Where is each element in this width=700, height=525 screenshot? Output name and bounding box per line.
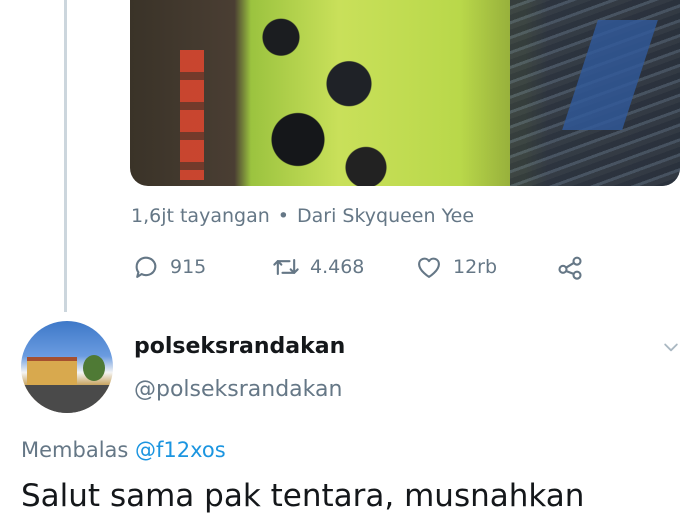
media-barrier — [180, 50, 204, 180]
like-icon — [418, 257, 440, 278]
replying-to-line: Membalas @f12xos — [21, 438, 226, 462]
like-count: 12rb — [453, 256, 498, 278]
share-icon — [558, 256, 582, 280]
like-button[interactable]: 12rb — [415, 253, 497, 281]
avatar[interactable] — [21, 321, 113, 413]
view-count: 1,6jt tayangan — [131, 205, 270, 227]
share-button[interactable] — [556, 253, 584, 281]
views-line: 1,6jt tayangan • Dari Skyqueen Yee — [131, 205, 474, 227]
reply-count: 915 — [170, 256, 207, 278]
replying-to-label: Membalas — [21, 438, 129, 462]
tweet-media-video[interactable] — [130, 0, 680, 186]
retweet-icon — [273, 258, 299, 276]
avatar-ground — [21, 385, 113, 413]
retweet-button[interactable]: 4.468 — [272, 253, 364, 281]
chevron-down-icon[interactable] — [661, 337, 681, 357]
separator-dot: • — [277, 205, 289, 227]
media-crowd — [230, 0, 400, 186]
reply-button[interactable]: 915 — [132, 253, 206, 281]
tweet-action-bar: 915 4.468 12rb — [0, 253, 700, 285]
mention-link[interactable]: @f12xos — [135, 438, 226, 462]
avatar-tree — [83, 355, 105, 381]
retweet-count: 4.468 — [310, 256, 365, 278]
tweet-text: Salut sama pak tentara, musnahkan — [21, 478, 585, 514]
reply-icon — [135, 256, 157, 278]
display-name[interactable]: polseksrandakan — [134, 334, 345, 359]
media-source-link[interactable]: Dari Skyqueen Yee — [297, 205, 474, 227]
user-handle[interactable]: @polseksrandakan — [134, 377, 342, 402]
